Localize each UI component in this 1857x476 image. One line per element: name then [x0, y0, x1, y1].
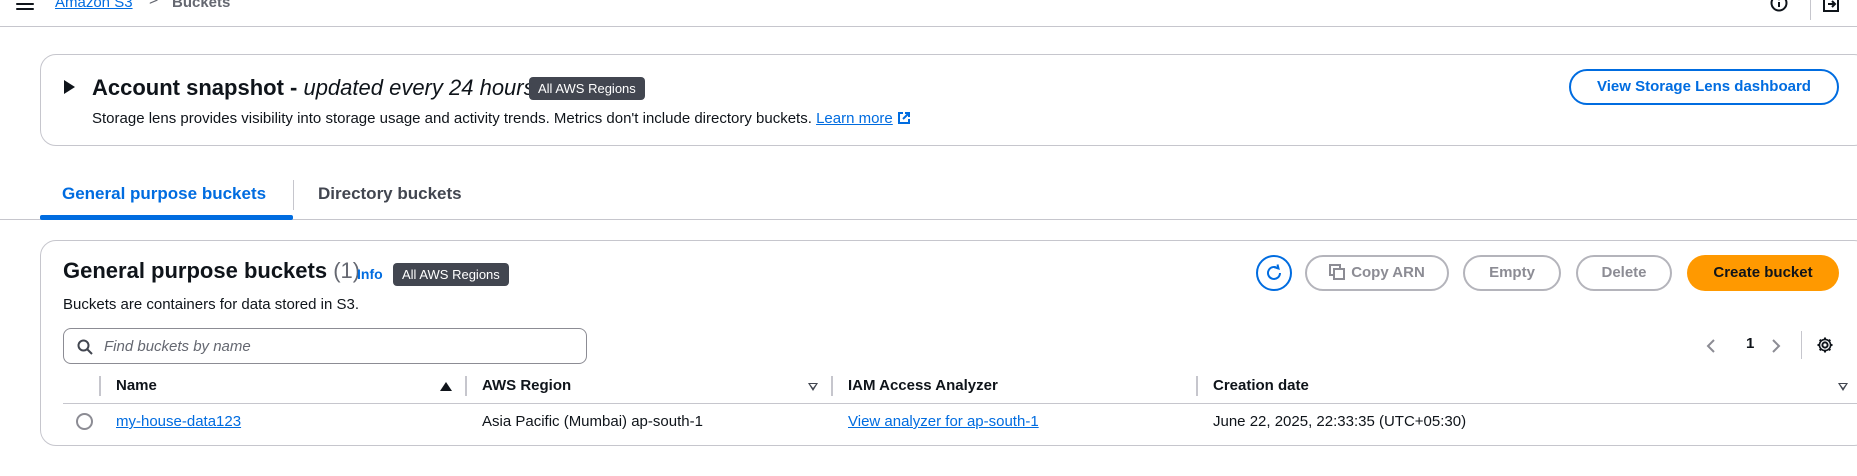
row-select-radio[interactable] — [76, 413, 93, 430]
search-input[interactable] — [104, 329, 574, 363]
breadcrumb-current: Buckets — [172, 0, 231, 11]
snapshot-title[interactable]: Account snapshot - updated every 24 hour… — [92, 75, 535, 101]
bucket-name-link[interactable]: my-house-data123 — [116, 413, 241, 430]
delete-button[interactable]: Delete — [1576, 255, 1672, 291]
top-bar: Amazon S3 > Buckets — [0, 0, 1857, 27]
bucket-tabs: General purpose buckets Directory bucket… — [0, 172, 1857, 220]
regions-badge: All AWS Regions — [529, 77, 645, 100]
sort-descending-icon[interactable] — [808, 383, 818, 391]
info-icon[interactable] — [1770, 0, 1788, 12]
breadcrumb-root-link[interactable]: Amazon S3 — [55, 0, 133, 11]
panel-description: Buckets are containers for data stored i… — [63, 296, 359, 313]
sort-descending-icon[interactable] — [1838, 383, 1848, 391]
bucket-creation-date: June 22, 2025, 22:33:35 (UTC+05:30) — [1213, 413, 1467, 430]
chevron-right-icon[interactable] — [1771, 338, 1781, 354]
active-tab-indicator — [40, 215, 293, 220]
table-header: Name AWS Region IAM Access Analyzer Crea… — [63, 371, 1857, 404]
table-row: my-house-data123 Asia Pacific (Mumbai) a… — [63, 405, 1857, 439]
page-number[interactable]: 1 — [1746, 335, 1754, 352]
learn-more-link[interactable]: Learn more — [816, 110, 893, 127]
regions-badge: All AWS Regions — [393, 263, 509, 286]
column-separator[interactable] — [1196, 376, 1198, 396]
external-link-icon — [897, 112, 910, 124]
tab-directory[interactable]: Directory buckets — [318, 184, 462, 204]
account-snapshot-container: Account snapshot - updated every 24 hour… — [40, 54, 1857, 146]
tab-divider — [293, 180, 294, 210]
sort-ascending-icon[interactable] — [440, 382, 452, 391]
side-panel-icon[interactable] — [1822, 0, 1842, 13]
column-header-name[interactable]: Name — [116, 377, 157, 394]
search-icon — [77, 339, 93, 355]
search-field[interactable] — [63, 328, 587, 364]
buckets-panel: General purpose buckets (1) Info All AWS… — [40, 240, 1857, 446]
column-separator[interactable] — [831, 376, 833, 396]
breadcrumb-separator-icon: > — [149, 0, 159, 9]
copy-icon — [1329, 264, 1346, 280]
column-header-creation-date[interactable]: Creation date — [1213, 377, 1309, 394]
gear-icon[interactable] — [1816, 336, 1834, 354]
info-link[interactable]: Info — [357, 266, 383, 282]
view-storage-lens-button[interactable]: View Storage Lens dashboard — [1569, 69, 1839, 105]
column-separator[interactable] — [465, 376, 467, 396]
create-bucket-button[interactable]: Create bucket — [1687, 255, 1839, 291]
copy-arn-label: Copy ARN — [1351, 264, 1425, 281]
expand-caret-icon[interactable] — [64, 80, 75, 94]
copy-arn-button[interactable]: Copy ARN — [1305, 255, 1449, 291]
refresh-button[interactable] — [1256, 255, 1292, 291]
snapshot-subtitle: updated every 24 hours — [303, 75, 535, 100]
menu-icon[interactable] — [16, 0, 34, 12]
tab-general-purpose[interactable]: General purpose buckets — [62, 184, 266, 204]
top-divider — [1810, 0, 1811, 20]
column-header-region[interactable]: AWS Region — [482, 377, 571, 394]
snapshot-title-text: Account snapshot - — [92, 75, 304, 100]
refresh-icon — [1267, 264, 1281, 280]
bucket-region: Asia Pacific (Mumbai) ap-south-1 — [482, 413, 703, 430]
pager-divider — [1801, 331, 1802, 359]
snapshot-description-text: Storage lens provides visibility into st… — [92, 110, 817, 127]
chevron-left-icon[interactable] — [1706, 338, 1716, 354]
column-separator — [99, 376, 101, 396]
panel-title: General purpose buckets (1) — [63, 258, 360, 284]
snapshot-description: Storage lens provides visibility into st… — [92, 110, 911, 127]
view-analyzer-link[interactable]: View analyzer for ap-south-1 — [848, 413, 1039, 430]
panel-title-text: General purpose buckets — [63, 258, 328, 283]
column-header-analyzer[interactable]: IAM Access Analyzer — [848, 377, 998, 394]
empty-button[interactable]: Empty — [1463, 255, 1561, 291]
